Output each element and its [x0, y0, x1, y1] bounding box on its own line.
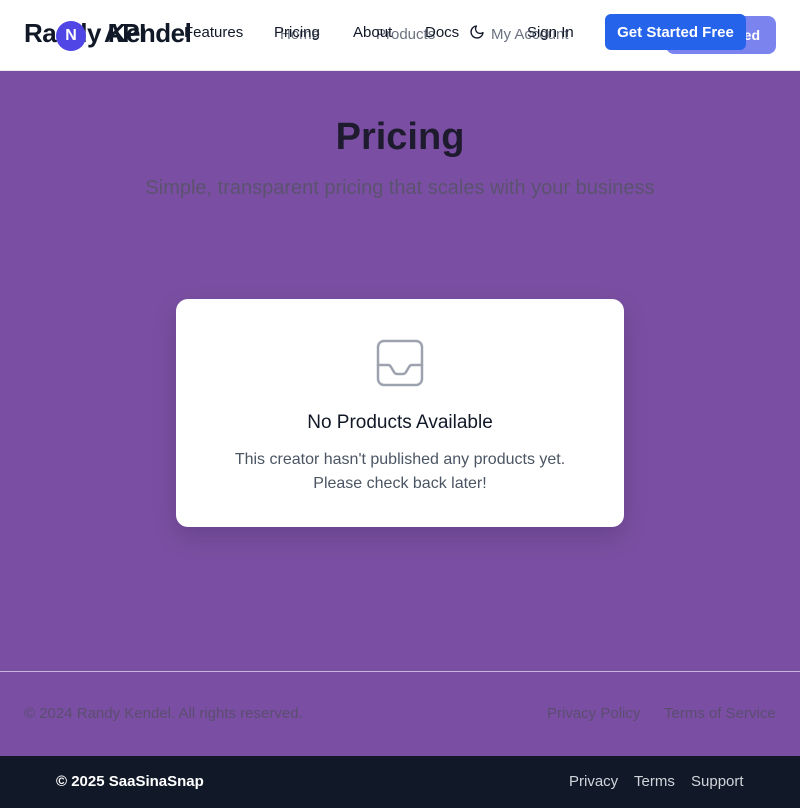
moon-icon[interactable] — [469, 24, 485, 40]
empty-state-card: No Products Available This creator hasn'… — [176, 299, 624, 527]
footer-divider — [0, 671, 800, 672]
platform-privacy-link[interactable]: Privacy — [569, 773, 618, 790]
platform-support-link[interactable]: Support — [691, 773, 744, 790]
nav-link-pricing[interactable]: Pricing — [274, 24, 320, 41]
inbox-icon — [376, 339, 424, 387]
privacy-policy-link[interactable]: Privacy Policy — [547, 705, 640, 722]
terms-of-service-link[interactable]: Terms of Service — [664, 705, 776, 722]
empty-state-title: No Products Available — [307, 412, 493, 433]
nav-link-about[interactable]: About — [353, 24, 392, 41]
brand-overlay-text: API — [104, 18, 146, 48]
empty-state-line-2: Please check back later! — [313, 475, 487, 492]
get-started-free-button[interactable]: Get Started Free — [605, 14, 746, 50]
platform-terms-link[interactable]: Terms — [634, 773, 675, 790]
nav-link-docs[interactable]: Docs — [425, 24, 459, 41]
empty-state-line-1: This creator hasn't published any produc… — [234, 451, 566, 468]
page-title: Pricing — [335, 116, 465, 158]
site-header: Randy Kendel N API Home Products My Acco… — [0, 0, 800, 71]
brand-logo[interactable]: N — [56, 21, 86, 51]
sign-in-link[interactable]: Sign In — [527, 24, 574, 41]
platform-copyright: © 2025 SaaSinaSnap — [56, 773, 204, 790]
nav-link-features[interactable]: Features — [184, 24, 243, 41]
empty-state-message: This creator hasn't published any produc… — [176, 448, 624, 496]
platform-footer: © 2025 SaaSinaSnap Privacy Terms Support — [0, 756, 800, 808]
page-subtitle: Simple, transparent pricing that scales … — [145, 177, 655, 199]
creator-footer-copyright: © 2024 Randy Kendel. All rights reserved… — [24, 705, 303, 722]
